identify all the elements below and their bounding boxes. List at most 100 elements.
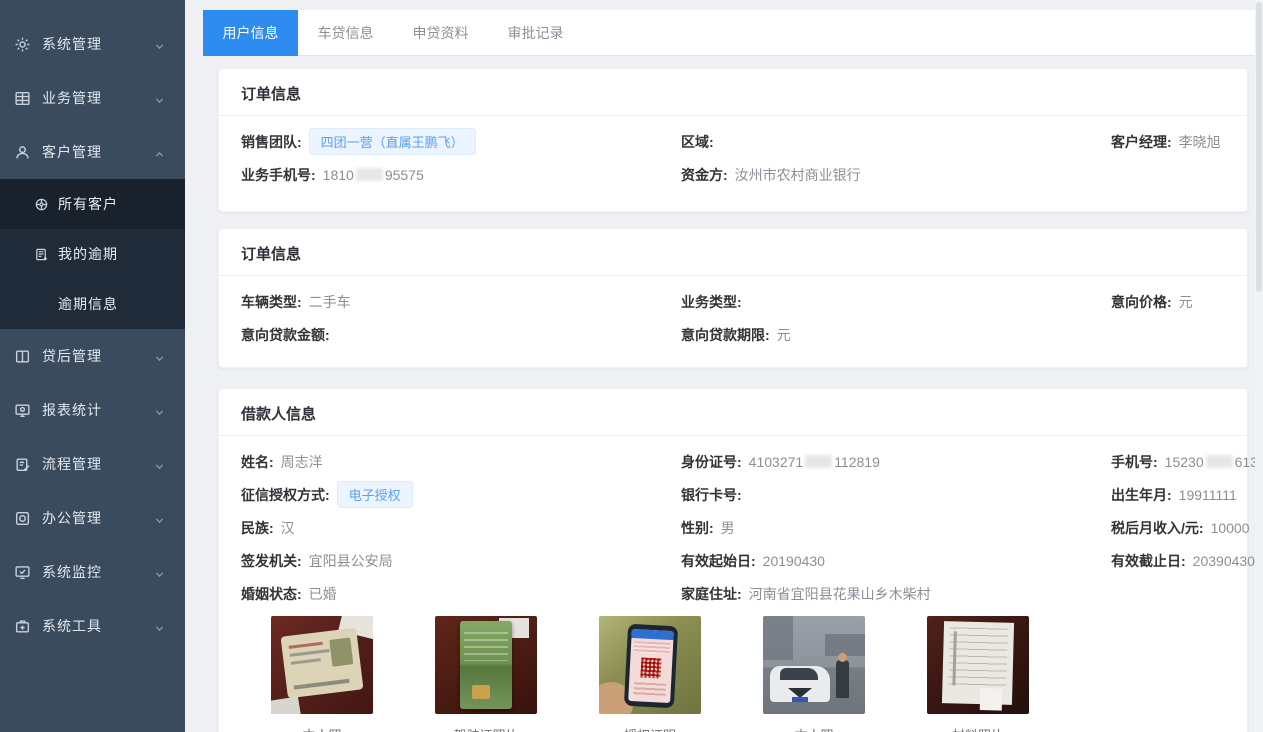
field-label: 客户经理: — [1111, 134, 1172, 150]
field-label: 手机号: — [1111, 454, 1158, 470]
field-row: 婚姻状态: 已婚 家庭住址:河南省宜阳县花果山乡木柴村 — [241, 577, 1225, 610]
card-body: 车辆类型:二手车业务类型:意向价格:元意向贷款金额:意向贷款期限:元 — [219, 276, 1247, 351]
field-label: 婚姻状态: — [241, 586, 302, 602]
toolbox-icon — [14, 618, 31, 635]
card-title: 订单信息 — [219, 69, 1247, 116]
sidebar-item-我的逾期[interactable]: 我的逾期 — [0, 229, 185, 279]
tab-审批记录[interactable]: 审批记录 — [488, 10, 583, 56]
phone-qr-photo[interactable]: 授权证明 — [599, 616, 701, 732]
field-value: 元 — [777, 327, 791, 343]
car-with-owner-photo-thumbnail[interactable] — [763, 616, 865, 714]
sidebar-item-label: 办公管理 — [42, 508, 102, 528]
phone-qr-photo-thumbnail[interactable] — [599, 616, 701, 714]
field-value: 已婚 — [309, 586, 337, 602]
chevron-down-icon — [154, 93, 165, 104]
sidebar-item-流程管理[interactable]: 流程管理 — [0, 437, 185, 491]
field-label: 有效截止日: — [1111, 553, 1186, 569]
order-info-card-1: 订单信息销售团队:四团一营（直属王鹏飞）区域:客户经理: 李晓旭业务手机号: 181… — [218, 68, 1248, 212]
photo-caption: 驾驶证照片 — [435, 725, 537, 732]
gear-icon — [14, 36, 31, 53]
sidebar-item-系统工具[interactable]: 系统工具 — [0, 599, 185, 653]
green-booklet-photo[interactable]: 驾驶证照片 — [435, 616, 537, 732]
field-row: 征信授权方式:电子授权银行卡号:出生年月:19911111 — [241, 478, 1225, 511]
field-label: 有效起始日: — [681, 553, 756, 569]
card-body: 销售团队:四团一营（直属王鹏飞）区域:客户经理: 李晓旭业务手机号: 1810955… — [219, 116, 1247, 191]
paper-document-photo-thumbnail[interactable] — [927, 616, 1029, 714]
tab-车贷信息[interactable]: 车贷信息 — [298, 10, 393, 56]
field-label: 意向价格: — [1111, 294, 1172, 310]
monitor-icon — [14, 402, 31, 419]
sidebar-item-label: 系统工具 — [42, 616, 102, 636]
borrower-info-card: 借款人信息姓名:周志洋身份证号:4103271112819手机号:1523061… — [218, 388, 1248, 732]
sidebar-item-办公管理[interactable]: 办公管理 — [0, 491, 185, 545]
tab-用户信息[interactable]: 用户信息 — [203, 10, 298, 56]
field-label: 意向贷款金额: — [241, 327, 330, 343]
id-card-photo-thumbnail[interactable] — [271, 616, 373, 714]
field-税后月收入/元: 税后月收入/元:10000 — [1111, 518, 1250, 538]
scrollbar-thumb[interactable] — [1256, 2, 1262, 292]
grid-icon — [14, 90, 31, 107]
paper-document-photo[interactable]: 材料照片 — [927, 616, 1029, 732]
tag-电子授权[interactable]: 电子授权 — [337, 481, 413, 508]
chevron-down-icon — [154, 567, 165, 578]
id-card-photo[interactable]: 本人照 — [271, 616, 373, 732]
field-value: 20390430 — [1193, 553, 1255, 569]
field-label: 签发机关: — [241, 553, 302, 569]
field-value: 李晓旭 — [1179, 134, 1221, 150]
sidebar-item-系统监控[interactable]: 系统监控 — [0, 545, 185, 599]
sidebar-item-业务管理[interactable]: 业务管理 — [0, 71, 185, 125]
field-row: 民族:汉性别:男税后月收入/元:10000 — [241, 511, 1225, 544]
field-性别: 性别:男 — [681, 518, 1111, 538]
field-value: 152306137 — [1165, 454, 1263, 470]
chevron-down-icon — [154, 405, 165, 416]
field-label: 资金方: — [681, 167, 728, 183]
sidebar-item-所有客户[interactable]: 所有客户 — [0, 179, 185, 229]
sidebar-item-label: 我的逾期 — [58, 244, 118, 264]
redacted-text — [805, 455, 832, 468]
card-body: 姓名:周志洋身份证号:4103271112819手机号:152306137征信授… — [219, 436, 1247, 610]
field-value: 汉 — [281, 520, 295, 536]
field-label: 意向贷款期限: — [681, 327, 770, 343]
sidebar: 系统管理业务管理客户管理所有客户我的逾期逾期信息贷后管理报表统计流程管理办公管理… — [0, 0, 185, 732]
sidebar-item-label: 所有客户 — [58, 194, 118, 214]
field-销售团队: 销售团队:四团一营（直属王鹏飞） — [241, 128, 681, 155]
field-label: 身份证号: — [681, 454, 742, 470]
field-客户经理: 客户经理: 李晓旭 — [1111, 132, 1225, 152]
field-row: 姓名:周志洋身份证号:4103271112819手机号:152306137 — [241, 445, 1225, 478]
tab-bar: 用户信息车贷信息申贷资料审批记录 — [203, 10, 1255, 56]
field-业务类型: 业务类型: — [681, 292, 1111, 312]
field-value: 10000 — [1211, 520, 1250, 536]
sidebar-item-贷后管理[interactable]: 贷后管理 — [0, 329, 185, 383]
field-家庭住址: 家庭住址:河南省宜阳县花果山乡木柴村 — [681, 584, 1111, 604]
sidebar-item-label: 逾期信息 — [58, 294, 118, 314]
sidebar-item-报表统计[interactable]: 报表统计 — [0, 383, 185, 437]
sidebar-item-label: 贷后管理 — [42, 346, 102, 366]
sidebar-item-系统管理[interactable]: 系统管理 — [0, 17, 185, 71]
field-value: 男 — [721, 520, 735, 536]
sidebar-item-客户管理[interactable]: 客户管理 — [0, 125, 185, 179]
tag-四团一营（直属王鹏飞）[interactable]: 四团一营（直属王鹏飞） — [309, 128, 476, 155]
field-label: 家庭住址: — [681, 586, 742, 602]
field-车辆类型: 车辆类型:二手车 — [241, 292, 681, 312]
monitor-check-icon — [14, 564, 31, 581]
tab-申贷资料[interactable]: 申贷资料 — [393, 10, 488, 56]
chevron-down-icon — [154, 39, 165, 50]
field-label: 业务手机号: — [241, 167, 316, 183]
sidebar-item-label: 系统监控 — [42, 562, 102, 582]
sidebar-item-逾期信息[interactable]: 逾期信息 — [0, 279, 185, 329]
field-value: 181095575 — [323, 167, 424, 183]
photo-gallery: 本人照驾驶证照片授权证明本人照材料照片 — [271, 616, 1029, 732]
redacted-text — [356, 168, 383, 181]
field-出生年月: 出生年月:19911111 — [1111, 485, 1237, 505]
field-区域: 区域: — [681, 132, 1111, 152]
sidebar-submenu: 所有客户我的逾期逾期信息 — [0, 179, 185, 329]
notebook-icon — [34, 247, 49, 262]
field-签发机关: 签发机关:宜阳县公安局 — [241, 551, 681, 571]
photo-caption: 材料照片 — [927, 725, 1029, 732]
field-民族: 民族:汉 — [241, 518, 681, 538]
vertical-scrollbar[interactable] — [1255, 0, 1263, 732]
car-with-owner-photo[interactable]: 本人照 — [763, 616, 865, 732]
green-booklet-photo-thumbnail[interactable] — [435, 616, 537, 714]
photo-caption: 本人照 — [271, 725, 373, 732]
field-label: 车辆类型: — [241, 294, 302, 310]
